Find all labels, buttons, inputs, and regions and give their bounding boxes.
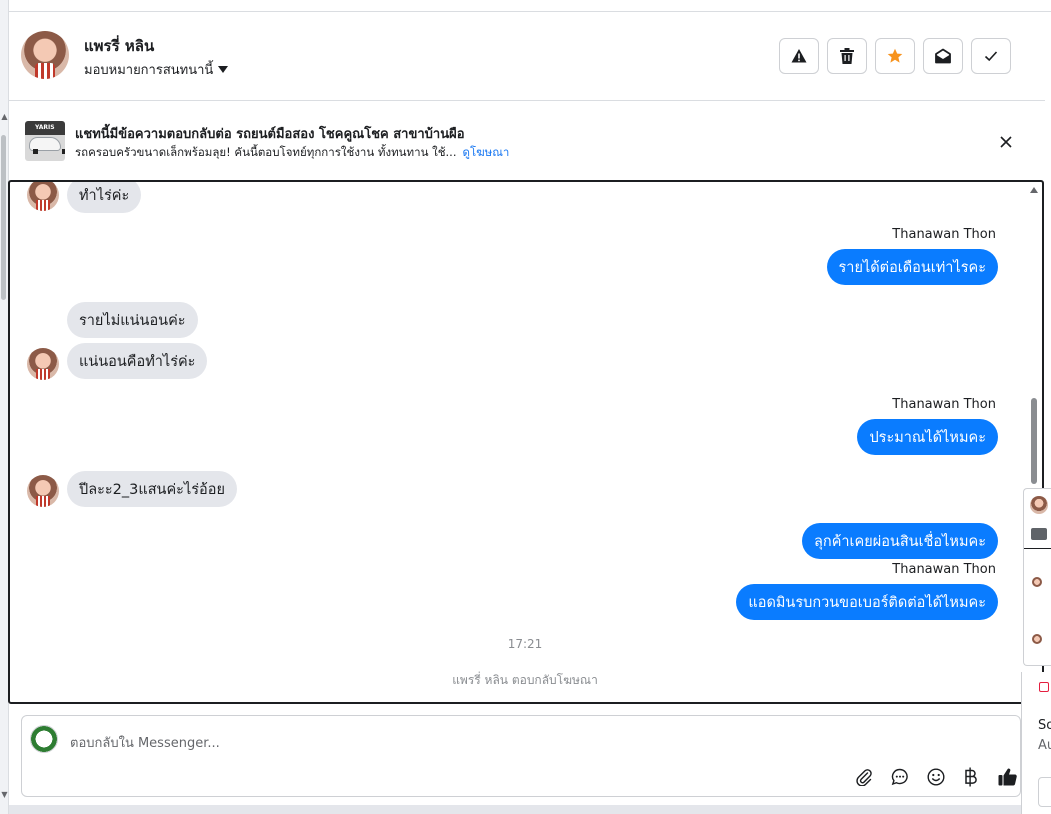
scroll-up-arrow-icon[interactable]: ▲	[0, 112, 9, 121]
page-avatar	[30, 725, 58, 753]
message-composer[interactable]: ตอบกลับใน Messenger...	[21, 715, 1021, 797]
app-window: ▲ ▼ แพรรี่ หลิน มอบหมายการสนทนานี้ YARIS…	[0, 0, 1051, 814]
ad-reply-banner: YARIS แชทนี้มีข้อความตอบกลับต่อ รถยนต์มื…	[9, 101, 1045, 180]
check-icon	[984, 51, 998, 62]
side-text-1: So	[1038, 718, 1051, 733]
attach-icon	[856, 769, 872, 786]
ad-thumbnail[interactable]: YARIS	[25, 121, 65, 161]
emoji-button[interactable]	[924, 765, 948, 789]
ad-banner-title: แชทนี้มีข้อความตอบกลับต่อ รถยนต์มือสอง โ…	[75, 127, 465, 142]
star-icon	[887, 48, 903, 63]
attach-button[interactable]	[852, 765, 876, 789]
ad-thumbnail-tag: YARIS	[35, 124, 55, 131]
close-banner-button[interactable]	[995, 131, 1017, 153]
side-popup-panel[interactable]: So Au	[1021, 488, 1051, 814]
contact-avatar	[27, 348, 59, 380]
side-popup-card[interactable]	[1023, 488, 1051, 666]
delete-button[interactable]	[827, 38, 867, 74]
avatar[interactable]	[21, 31, 69, 79]
side-ad-thumbnail	[1031, 528, 1047, 540]
assign-label: มอบหมายการสนทนานี้	[84, 63, 214, 78]
message-bubble-incoming[interactable]: แน่นอนคือทำไร่ค่ะ	[67, 343, 208, 379]
top-divider	[9, 0, 1051, 12]
assign-conversation-dropdown[interactable]: มอบหมายการสนทนานี้	[84, 59, 229, 80]
like-button[interactable]	[995, 765, 1019, 789]
sender-name: Thanawan Thon	[892, 227, 996, 242]
saved-reply-icon	[891, 768, 908, 786]
sender-name: Thanawan Thon	[892, 562, 996, 577]
contact-avatar	[27, 475, 59, 507]
message-bubble-incoming[interactable]: ปีละะ2_3แสนค่ะไร่อ้อย	[67, 471, 237, 507]
side-avatar-small	[1032, 634, 1042, 644]
scroll-up-icon[interactable]	[1030, 187, 1038, 193]
message-bubble-incoming[interactable]: ทำไร่ค่ะ	[67, 182, 142, 213]
mark-unread-button[interactable]	[923, 38, 963, 74]
message-bubble-outgoing[interactable]: แอดมินรบกวนขอเบอร์ติดต่อได้ไหมคะ	[736, 584, 998, 620]
conversation-header: แพรรี่ หลิน มอบหมายการสนทนานี้	[9, 12, 1045, 101]
side-avatar	[1030, 496, 1048, 514]
message-bubble-outgoing[interactable]: ลุกค้าเคยผ่อนสินเชื่อไหมคะ	[802, 523, 998, 559]
caret-down-icon	[218, 66, 229, 73]
message-timestamp: 17:21	[507, 637, 543, 651]
saved-reply-button[interactable]	[888, 765, 912, 789]
side-avatar-small	[1032, 577, 1042, 587]
bottom-bar	[9, 805, 1021, 814]
baht-payment-icon	[965, 767, 977, 787]
sender-name: Thanawan Thon	[892, 397, 996, 412]
side-divider	[1024, 548, 1051, 549]
ad-banner-subtitle: รถครอบครัวขนาดเล็กพร้อมลุย! คันนี้ตอบโจท…	[75, 144, 509, 162]
close-icon	[1000, 136, 1012, 148]
contact-name[interactable]: แพรรี่ หลิน	[84, 34, 154, 58]
star-button[interactable]	[875, 38, 915, 74]
system-note: แพรรี่ หลิน ตอบกลับโฆษณา	[452, 673, 598, 687]
warning-icon	[791, 49, 807, 63]
emoji-icon	[927, 768, 945, 786]
thumbs-up-icon	[998, 768, 1017, 786]
side-notification[interactable]: So Au	[1021, 672, 1051, 814]
payment-button[interactable]	[959, 765, 983, 789]
contact-avatar	[27, 182, 59, 211]
thread-scrollbar-thumb[interactable]	[1031, 398, 1037, 484]
envelope-open-icon	[935, 48, 951, 64]
message-bubble-incoming[interactable]: รายไม่แน่นอนค่ะ	[67, 302, 198, 338]
message-bubble-outgoing[interactable]: ประมาณได้ไหมคะ	[857, 419, 998, 455]
view-ad-link[interactable]: ดูโฆษณา	[462, 145, 509, 159]
scroll-down-arrow-icon[interactable]: ▼	[0, 790, 9, 799]
side-text-2: Au	[1038, 738, 1051, 753]
ad-description: รถครอบครัวขนาดเล็กพร้อมลุย! คันนี้ตอบโจท…	[75, 145, 457, 159]
notification-icon	[1039, 682, 1049, 692]
mark-done-button[interactable]	[971, 38, 1011, 74]
trash-icon	[840, 48, 854, 64]
report-spam-button[interactable]	[779, 38, 819, 74]
message-thread[interactable]: ทำไร่ค่ะ Thanawan Thon รายได้ต่อเดือนเท่…	[8, 180, 1044, 704]
left-scrollbar-thumb[interactable]	[1, 135, 6, 300]
side-button[interactable]	[1038, 777, 1051, 807]
message-bubble-outgoing[interactable]: รายได้ต่อเดือนเท่าไรคะ	[826, 249, 998, 285]
reply-input[interactable]: ตอบกลับใน Messenger...	[70, 732, 220, 753]
